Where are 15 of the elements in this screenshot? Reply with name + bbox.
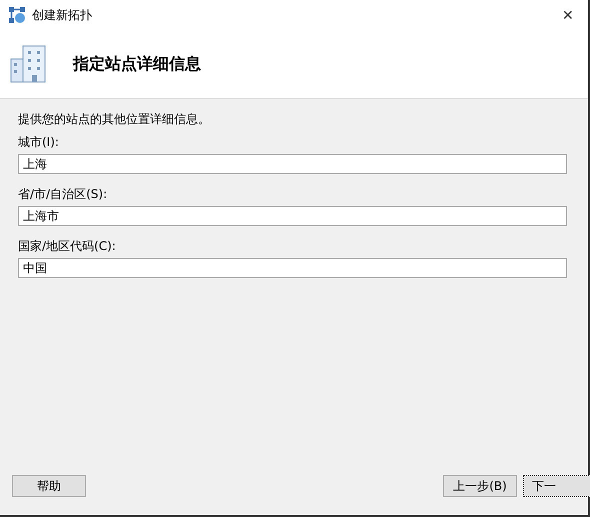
topology-icon xyxy=(8,6,26,24)
field-label: 省/市/自治区(S): xyxy=(18,186,108,203)
field-label: 城市(I): xyxy=(18,134,60,151)
window-title: 创建新拓扑 xyxy=(32,6,93,24)
next-button[interactable]: 下一 xyxy=(523,475,590,497)
input-field[interactable]: 上海 xyxy=(18,154,567,174)
field-label: 国家/地区代码(C): xyxy=(18,238,117,255)
close-button[interactable]: ✕ xyxy=(548,0,588,30)
input-field[interactable]: 中国 xyxy=(18,258,567,278)
page-heading: 指定站点详细信息 xyxy=(73,54,201,74)
intro-text: 提供您的站点的其他位置详细信息。 xyxy=(18,111,211,128)
input-field[interactable]: 上海市 xyxy=(18,206,567,226)
building-icon xyxy=(10,45,46,83)
back-button[interactable]: 上一步(B) xyxy=(443,475,517,497)
help-button[interactable]: 帮助 xyxy=(12,475,86,497)
